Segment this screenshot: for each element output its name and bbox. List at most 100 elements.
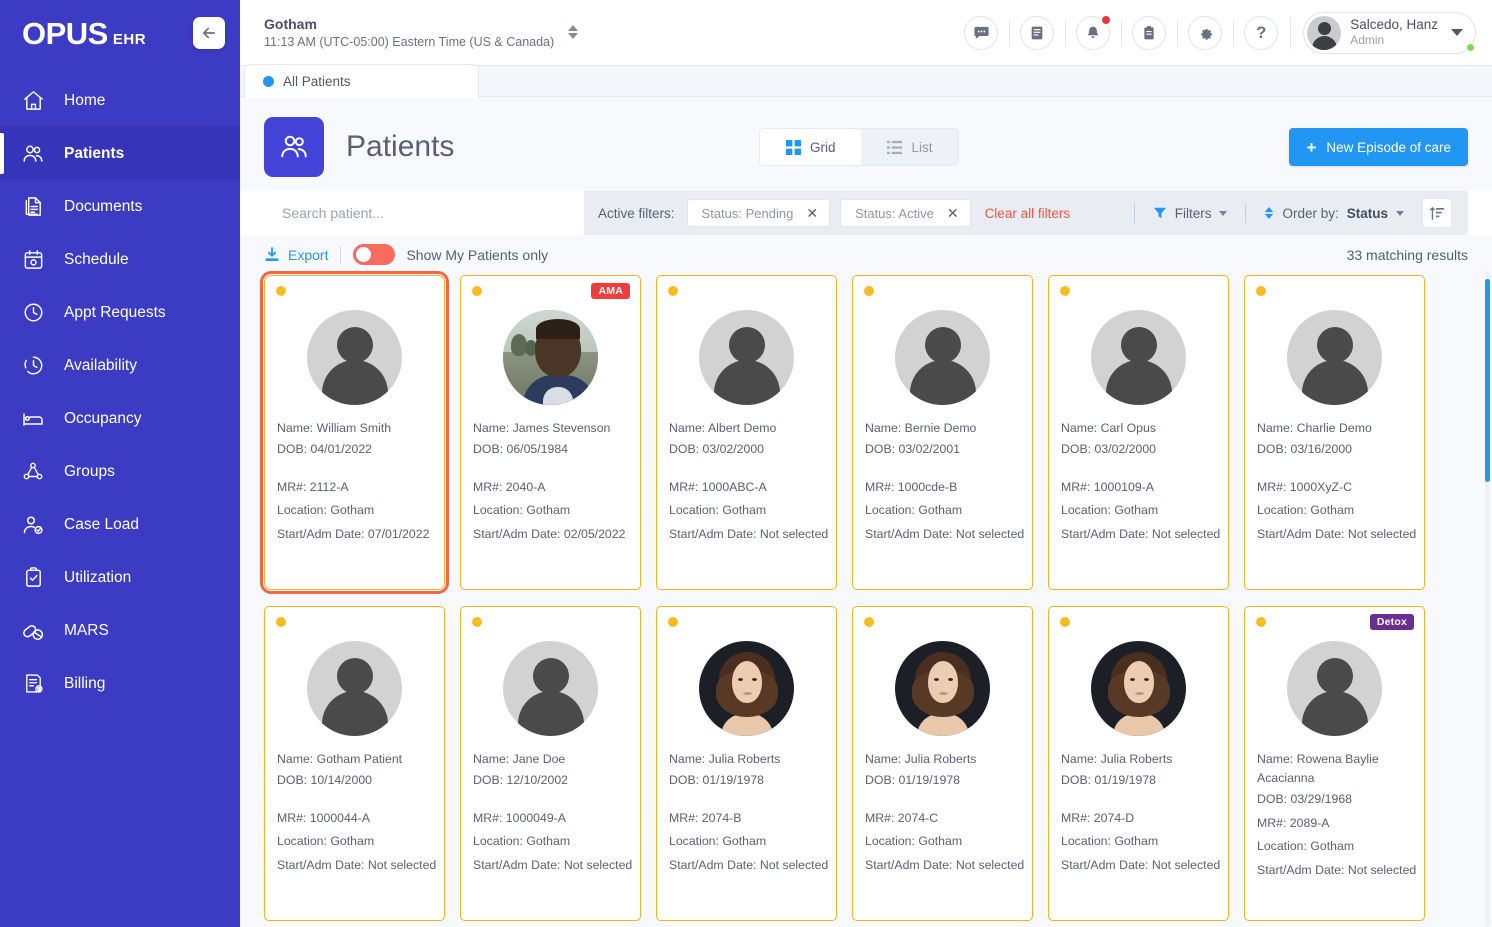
filters-dropdown[interactable]: Filters xyxy=(1153,206,1228,221)
patient-card[interactable]: Name: Charlie Demo DOB: 03/16/2000 MR#: 10… xyxy=(1244,275,1425,590)
patient-start-date: Start/Adm Date: Not selected xyxy=(669,857,829,872)
bed-icon xyxy=(20,406,46,432)
sidebar: OPUS EHR Home Patients Documents Schedul… xyxy=(0,0,240,927)
user-menu[interactable]: Salcedo, Hanz Admin xyxy=(1290,11,1476,54)
tab-strip: All Patients xyxy=(240,64,1492,98)
notes-icon[interactable] xyxy=(1009,15,1055,50)
search-input[interactable] xyxy=(264,191,584,235)
patient-photo xyxy=(895,641,990,736)
sidebar-item-home[interactable]: Home xyxy=(0,74,240,127)
top-bar: Gotham 11:13 AM (UTC-05:00) Eastern Time… xyxy=(240,0,1492,66)
patient-name: Name: Rowena Baylie Acacianna xyxy=(1257,752,1379,786)
patient-card[interactable]: Name: Albert Demo DOB: 03/02/2000 MR#: 100… xyxy=(656,275,837,590)
patient-avatar-placeholder xyxy=(503,641,598,736)
grid-icon xyxy=(785,139,801,155)
notifications-icon[interactable] xyxy=(1065,14,1112,50)
export-button[interactable]: Export xyxy=(264,247,328,263)
patient-card[interactable]: Name: Julia Roberts DOB: 01/19/1978 MR#: 2… xyxy=(852,606,1033,921)
funnel-icon xyxy=(1153,207,1166,219)
sidebar-item-availability[interactable]: Availability xyxy=(0,339,240,392)
filter-chip-label: Status: Active xyxy=(855,205,934,221)
order-by-dropdown[interactable]: Order by: Status xyxy=(1264,206,1404,221)
patient-name: Name: Julia Roberts xyxy=(865,752,977,766)
patient-status-dot xyxy=(472,617,482,627)
patient-start-date: Start/Adm Date: Not selected xyxy=(1257,862,1417,877)
sidebar-label: Groups xyxy=(64,462,115,480)
patient-start-date: Start/Adm Date: Not selected xyxy=(669,526,829,541)
collapse-sidebar-button[interactable] xyxy=(193,17,225,49)
settings-icon[interactable] xyxy=(1177,15,1223,50)
sidebar-item-appt-requests[interactable]: Appt Requests xyxy=(0,286,240,339)
home-icon xyxy=(20,88,46,114)
patient-card[interactable]: Detox Name: Rowena Baylie Acacianna DOB: 0… xyxy=(1244,606,1425,921)
patient-start-date: Start/Adm Date: Not selected xyxy=(865,526,1025,541)
patient-card[interactable]: Name: Carl Opus DOB: 03/02/2000 MR#: 10001… xyxy=(1048,275,1229,590)
patient-dob: DOB: 01/19/1978 xyxy=(865,773,961,788)
sidebar-item-documents[interactable]: Documents xyxy=(0,180,240,233)
filter-chip-status-pending[interactable]: Status: Pending ✕ xyxy=(686,199,831,227)
patient-name: Name: Carl Opus xyxy=(1061,421,1156,435)
sidebar-item-schedule[interactable]: Schedule xyxy=(0,233,240,286)
new-episode-of-care-button[interactable]: + New Episode of care xyxy=(1289,128,1468,166)
patient-card[interactable]: Name: Julia Roberts DOB: 01/19/1978 MR#: 2… xyxy=(1048,606,1229,921)
patient-location: Location: Gotham xyxy=(1061,503,1159,518)
sidebar-item-utilization[interactable]: Utilization xyxy=(0,551,240,604)
patient-card[interactable]: Name: Gotham Patient DOB: 10/14/2000 MR#: … xyxy=(264,606,445,921)
clear-all-filters-button[interactable]: Clear all filters xyxy=(985,206,1071,221)
patient-dob: DOB: 10/14/2000 xyxy=(277,773,373,788)
sidebar-label: Case Load xyxy=(64,515,139,533)
patient-dob: DOB: 06/05/1984 xyxy=(473,442,569,457)
messages-icon[interactable] xyxy=(964,15,999,50)
vertical-scrollbar[interactable] xyxy=(1485,271,1490,927)
sidebar-item-patients[interactable]: Patients xyxy=(0,127,240,180)
view-mode-grid[interactable]: Grid xyxy=(759,129,862,165)
sidebar-label: Schedule xyxy=(64,250,129,268)
patient-status-dot xyxy=(1060,286,1070,296)
updown-icon xyxy=(568,25,579,40)
patient-avatar-placeholder xyxy=(1287,310,1382,405)
scrollbar-thumb[interactable] xyxy=(1485,279,1490,482)
patient-card[interactable]: Name: Julia Roberts DOB: 01/19/1978 MR#: 2… xyxy=(656,606,837,921)
chevron-down-icon xyxy=(1451,29,1463,36)
sort-direction-button[interactable] xyxy=(1422,198,1452,228)
tab-label: All Patients xyxy=(283,74,351,89)
chevron-down-icon xyxy=(1396,210,1404,216)
view-mode-list[interactable]: List xyxy=(861,129,958,165)
facility-selector[interactable]: Gotham 11:13 AM (UTC-05:00) Eastern Time… xyxy=(264,15,579,51)
close-icon[interactable]: ✕ xyxy=(806,206,818,220)
avatar xyxy=(1307,15,1342,50)
sidebar-item-case-load[interactable]: Case Load xyxy=(0,498,240,551)
sidebar-item-mars[interactable]: MARS xyxy=(0,604,240,657)
tasks-icon[interactable] xyxy=(1121,15,1167,50)
sidebar-item-billing[interactable]: Billing xyxy=(0,657,240,710)
patient-photo xyxy=(699,641,794,736)
patient-photo xyxy=(1091,641,1186,736)
sidebar-item-groups[interactable]: Groups xyxy=(0,445,240,498)
patient-start-date: Start/Adm Date: Not selected xyxy=(1061,526,1221,541)
patient-card[interactable]: Name: Bernie Demo DOB: 03/02/2001 MR#: 100… xyxy=(852,275,1033,590)
sidebar-item-occupancy[interactable]: Occupancy xyxy=(0,392,240,445)
patient-start-date: Start/Adm Date: Not selected xyxy=(1061,857,1221,872)
patient-name: Name: Albert Demo xyxy=(669,421,777,435)
sidebar-label: Home xyxy=(64,91,106,109)
patient-card[interactable]: Name: Jane Doe DOB: 12/10/2002 MR#: 100004… xyxy=(460,606,641,921)
close-icon[interactable]: ✕ xyxy=(947,206,959,220)
filter-bar: Active filters: Status: Pending ✕ Status… xyxy=(264,191,1468,235)
patient-card[interactable]: AMA Name: James Stevenson DOB: 06/05/1984 M… xyxy=(460,275,641,590)
patient-mr-number: MR#: 2074-B xyxy=(669,810,742,825)
tab-all-patients[interactable]: All Patients xyxy=(244,64,479,98)
filter-chip-status-active[interactable]: Status: Active ✕ xyxy=(840,199,971,227)
patient-status-dot xyxy=(1256,286,1266,296)
sidebar-label: Patients xyxy=(64,144,125,162)
billing-icon xyxy=(20,671,46,697)
facility-name: Gotham xyxy=(264,15,317,32)
patient-name: Name: Julia Roberts xyxy=(669,752,781,766)
patient-status-dot xyxy=(276,617,286,627)
help-icon[interactable]: ? xyxy=(1233,15,1279,50)
patient-card[interactable]: Name: William Smith DOB: 04/01/2022 MR#: 2… xyxy=(260,271,449,594)
show-my-patients-toggle[interactable] xyxy=(353,244,396,265)
